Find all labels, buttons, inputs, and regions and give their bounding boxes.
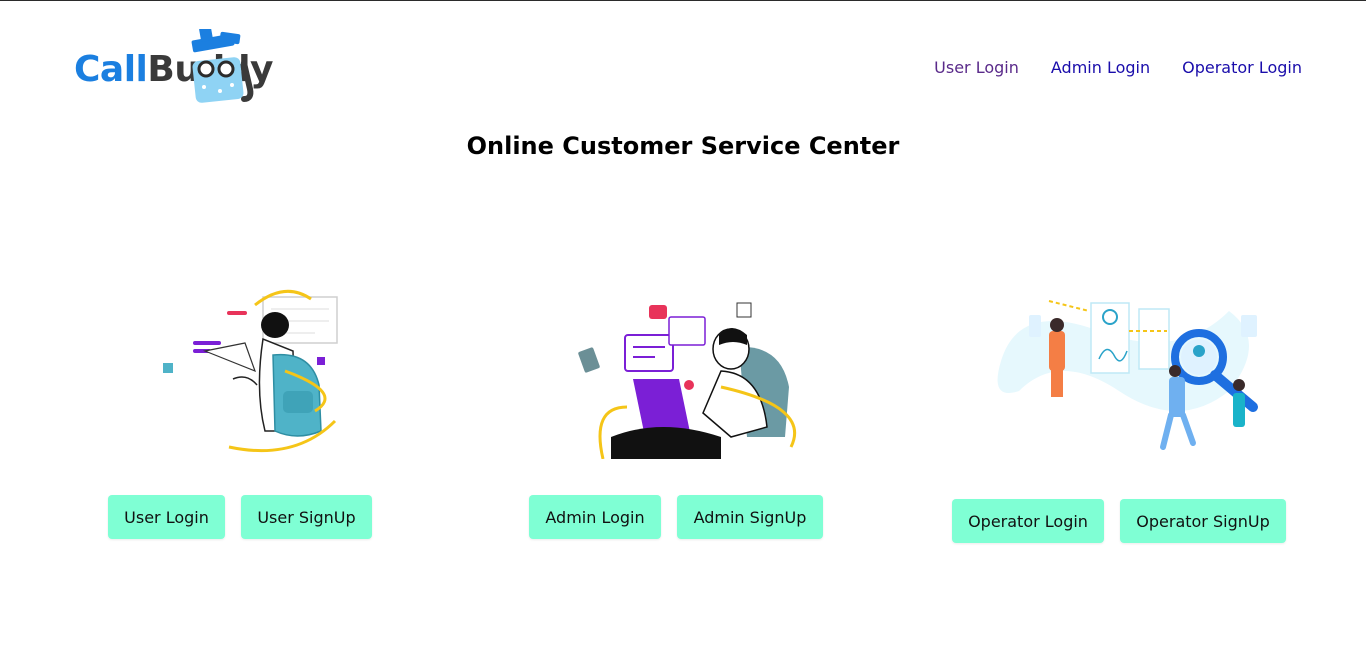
user-login-button[interactable]: User Login xyxy=(108,495,225,539)
user-button-row: User Login User SignUp xyxy=(108,495,372,539)
top-nav: User Login Admin Login Operator Login xyxy=(934,58,1302,77)
admin-signup-button[interactable]: Admin SignUp xyxy=(677,495,823,539)
admin-button-row: Admin Login Admin SignUp xyxy=(529,495,823,539)
operator-button-row: Operator Login Operator SignUp xyxy=(952,499,1286,543)
student-with-backpack-illustration xyxy=(163,289,338,453)
user-signup-button[interactable]: User SignUp xyxy=(241,495,372,539)
magnifier-team-illustration xyxy=(997,300,1258,450)
nav-operator-login-link[interactable]: Operator Login xyxy=(1182,58,1302,77)
admin-login-button[interactable]: Admin Login xyxy=(529,495,661,539)
logo-text-call: Call xyxy=(74,49,148,90)
callbuddy-logo[interactable]: CallBuddy xyxy=(74,29,274,105)
shopping-bag-mascot-icon xyxy=(191,29,254,103)
admin-card: Admin Login Admin SignUp xyxy=(529,287,823,539)
operator-signup-button[interactable]: Operator SignUp xyxy=(1120,499,1286,543)
operator-login-button[interactable]: Operator Login xyxy=(952,499,1104,543)
nav-user-login-link[interactable]: User Login xyxy=(934,58,1019,77)
user-card: User Login User SignUp xyxy=(108,281,372,539)
page-title: Online Customer Service Center xyxy=(466,132,900,160)
person-with-laptop-illustration xyxy=(578,302,797,459)
nav-admin-login-link[interactable]: Admin Login xyxy=(1051,58,1150,77)
operator-card: Operator Login Operator SignUp xyxy=(952,281,1286,543)
